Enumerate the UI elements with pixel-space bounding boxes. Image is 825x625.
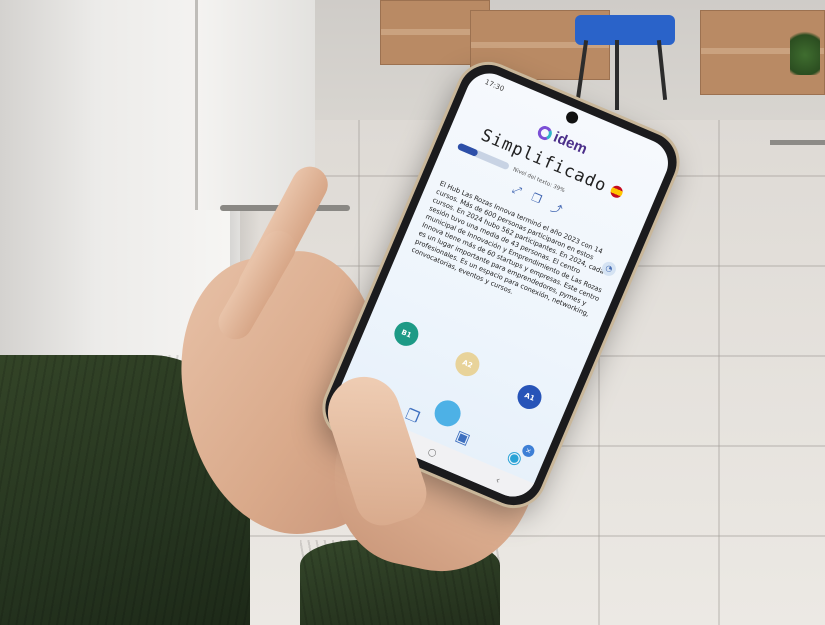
system-home-button[interactable]: ○: [426, 446, 438, 460]
share-icon[interactable]: ⤴: [548, 199, 564, 218]
metal-rail: [770, 140, 825, 145]
spain-flag-icon[interactable]: [609, 184, 625, 200]
logo-mark-icon: [535, 123, 555, 142]
plant: [790, 25, 820, 75]
level-b1-button[interactable]: B1: [390, 318, 423, 350]
logo-text: idem: [550, 128, 590, 159]
camera-icon[interactable]: ◉: [504, 446, 525, 470]
copy-icon[interactable]: ❐: [528, 191, 543, 210]
level-a1-button[interactable]: A1: [513, 381, 546, 413]
status-time: 17:30: [483, 77, 506, 94]
gallery-icon[interactable]: ▣: [453, 426, 473, 448]
chair-leg: [615, 40, 619, 110]
notes-icon[interactable]: ❐: [403, 405, 422, 427]
level-a2-button[interactable]: A2: [451, 348, 484, 380]
level-progress-fill: [456, 142, 480, 158]
system-back-button[interactable]: ‹: [494, 474, 502, 486]
expand-icon[interactable]: ⤢: [509, 182, 523, 200]
